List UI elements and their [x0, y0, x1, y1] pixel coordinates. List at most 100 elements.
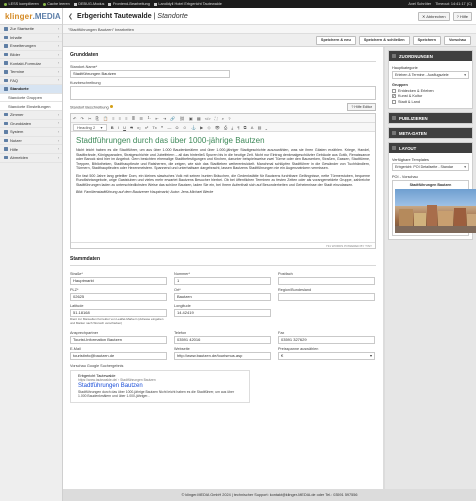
background-color-icon[interactable]: ▤	[258, 125, 262, 130]
email-input[interactable]: touristinfo@bautzen.de	[70, 352, 167, 361]
table-icon[interactable]: ▦	[197, 116, 201, 121]
sidebar-item[interactable]: Grunddaten ›	[0, 120, 62, 129]
undo-icon[interactable]: ↶	[73, 116, 76, 121]
format-select[interactable]: Heading 2 ▾	[73, 123, 107, 131]
sidebar-item[interactable]: Abmelden ›	[0, 154, 62, 163]
superscript-icon[interactable]: x²	[145, 125, 148, 130]
quote-icon[interactable]: ❝	[161, 125, 163, 130]
italic-icon[interactable]: I	[118, 125, 119, 130]
city-input[interactable]: Bautzen	[174, 293, 271, 301]
strikethrough-icon[interactable]: S	[130, 125, 133, 130]
topbar-less[interactable]: LESS kompilieren	[4, 2, 39, 6]
fax-input[interactable]: 03591 327629	[278, 336, 375, 345]
checkbox-icon[interactable]: ✓	[392, 94, 396, 98]
underline-icon[interactable]: U	[123, 125, 126, 130]
list-icon[interactable]: ☰	[139, 116, 143, 121]
help-icon[interactable]: ?	[228, 116, 230, 121]
sidebar-item[interactable]: Inhalte ›	[0, 34, 62, 43]
print-icon[interactable]: ⎙	[224, 125, 227, 130]
sidebar-item[interactable]: Standorte	[0, 85, 62, 94]
longitude-input[interactable]: 14.42419	[174, 309, 271, 317]
template-icon[interactable]: ⧉	[244, 125, 247, 130]
name-input[interactable]: Stadtführungen Bautzen	[70, 70, 230, 78]
visualblocks-icon[interactable]: ¶	[237, 125, 239, 130]
media-icon[interactable]: ▶	[200, 125, 203, 130]
postbox-input[interactable]	[278, 277, 375, 285]
clear-format-icon[interactable]: Tx	[152, 125, 156, 130]
price-range-select[interactable]: € ▾	[278, 352, 375, 361]
street-input[interactable]: Hauptmarkt	[70, 277, 167, 285]
special-char-icon[interactable]: Ω	[176, 125, 179, 130]
cut-icon[interactable]: ✂	[88, 116, 91, 121]
editor-content[interactable]: Stadtführungen durch das über 1000-jähri…	[71, 132, 375, 242]
image-icon[interactable]: ▣	[189, 116, 193, 121]
justify-icon[interactable]: ≣	[132, 116, 135, 121]
save-new-button[interactable]: Speichern & neu	[315, 35, 356, 45]
redo-icon[interactable]: ↷	[81, 116, 84, 121]
save-button[interactable]: Speichern	[412, 35, 441, 45]
panel-zuordnungen-header[interactable]: ZUORDNUNGEN	[389, 51, 472, 61]
back-icon[interactable]: ❮	[68, 13, 73, 20]
sidebar-item[interactable]: Kontakt-Formular ›	[0, 59, 62, 68]
fullscreen-icon[interactable]: ⛶	[215, 116, 218, 121]
paste-icon[interactable]: 📋	[103, 116, 108, 121]
outdent-icon[interactable]: ⇤	[155, 116, 158, 121]
user-name[interactable]: Axel Schröter	[408, 2, 431, 6]
sidebar-item[interactable]: Standorte Gruppen	[0, 93, 62, 103]
group-checkbox[interactable]: ✓ Kunst & Kultur	[392, 94, 469, 98]
logo[interactable]: klinger .MEDIA	[0, 8, 62, 25]
search-icon[interactable]: ⌕	[222, 116, 224, 121]
indent-icon[interactable]: ⇥	[163, 116, 166, 121]
zip-input[interactable]: 02625	[70, 293, 167, 301]
group-checkbox[interactable]: Stadt & Land	[392, 99, 469, 104]
anchor-icon[interactable]: ⚓	[191, 125, 196, 130]
sidebar-item[interactable]: Bilder ›	[0, 51, 62, 60]
panel-publizieren-header[interactable]: PUBLIZIEREN	[389, 113, 472, 123]
align-left-icon[interactable]: ≡	[112, 116, 114, 121]
hr-icon[interactable]: ―	[167, 125, 171, 130]
rich-text-editor[interactable]: ↶ ↷ ✂ ⎘ 📋 ≡ ≡ ≡ ≣ ☰ ⒈ ⇤ ⇥ 🔗 ⛓ ▣ ▦ </> ⛶ ⌕? Heading 2 ▾ B I U Sx…	[70, 113, 376, 249]
help-button[interactable]: ? Hilfe	[452, 11, 472, 21]
numbered-list-icon[interactable]: ⒈	[147, 115, 151, 121]
panel-layout-header[interactable]: LAYOUT	[389, 143, 472, 153]
template-select[interactable]: Erbgericht: POI Detailseite - Standar ▾	[392, 163, 469, 171]
copy-icon[interactable]: ⎘	[96, 116, 99, 121]
latitude-input[interactable]: 51.18168	[70, 309, 167, 317]
unlink-icon[interactable]: ⛓	[180, 116, 185, 121]
sidebar-item[interactable]: Hilfe ›	[0, 145, 62, 154]
source-icon[interactable]: ◇	[207, 125, 210, 130]
subscript-icon[interactable]: x₂	[137, 125, 141, 130]
code-icon[interactable]: </>	[205, 116, 211, 121]
align-center-icon[interactable]: ≡	[119, 116, 121, 121]
number-input[interactable]: 1	[174, 277, 271, 285]
preview-icon[interactable]: 👁	[215, 125, 220, 130]
topbar-cache[interactable]: Cache leeren	[42, 2, 70, 6]
save-close-button[interactable]: Speichern & schließen	[358, 35, 410, 45]
phone-input[interactable]: 03591 42016	[174, 336, 271, 345]
sidebar-item[interactable]: Zimmer ›	[0, 111, 62, 120]
sidebar-item[interactable]: Erweiterungen ›	[0, 42, 62, 51]
short-desc-input[interactable]	[70, 86, 376, 100]
checkbox-icon[interactable]	[392, 99, 396, 104]
sidebar-item[interactable]: Termine ›	[0, 68, 62, 77]
link-icon[interactable]: 🔗	[170, 116, 175, 121]
cancel-button[interactable]: ✕ Abbrechen	[418, 11, 450, 21]
nonbreaking-icon[interactable]: ⎵	[266, 125, 268, 130]
topbar-site[interactable]: Landidyll Hotel Erbgericht Tautewalde	[153, 2, 222, 6]
contact-person-input[interactable]: Tourist-Information Bautzen	[70, 336, 167, 345]
align-right-icon[interactable]: ≡	[125, 116, 127, 121]
group-checkbox[interactable]: Entdecken & Erleben	[392, 88, 469, 93]
emoji-icon[interactable]: ☺	[183, 125, 187, 130]
panel-metadaten-header[interactable]: META-DATEN	[389, 128, 472, 138]
main-category-select[interactable]: Erleben & Termine - Ausflugsziele ▾	[392, 71, 469, 79]
website-input[interactable]: http://www.bautzen.de/tourismus.asp	[174, 352, 271, 361]
topbar-debug[interactable]: DEBUG-Modus	[73, 2, 104, 6]
topbar-frontend-edit[interactable]: Frontend-Bearbeitung	[108, 2, 150, 6]
bold-icon[interactable]: B	[111, 125, 114, 130]
sidebar-item[interactable]: Nutzer ›	[0, 137, 62, 146]
pagebreak-icon[interactable]: ⤓	[231, 125, 233, 130]
editor-help-button[interactable]: ? Hilfe Editor	[347, 103, 376, 111]
sidebar-item[interactable]: Zur Startseite ›	[0, 25, 62, 34]
sidebar-item[interactable]: FAQ ›	[0, 77, 62, 86]
sidebar-item[interactable]: System ›	[0, 128, 62, 137]
